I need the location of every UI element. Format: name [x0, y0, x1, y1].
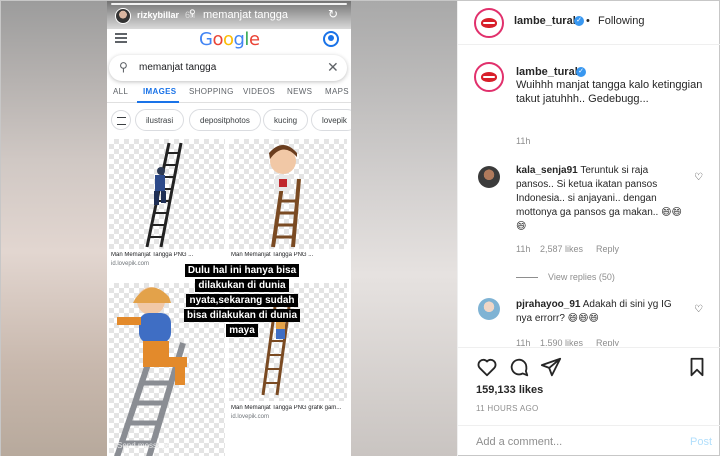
media-blur-right: [351, 1, 457, 456]
post-caption: Wuihhh manjat tangga kalo ketinggian tak…: [516, 79, 703, 105]
result-caption: Man Memanjat Tangga PNG ...: [111, 252, 194, 258]
commenter-avatar[interactable]: [478, 166, 500, 188]
tab-images: IMAGES: [143, 87, 177, 96]
overlay-line: nyata,sekarang sudah: [186, 294, 298, 307]
lips-logo-icon: [481, 18, 497, 28]
comment-likes[interactable]: 2,587 likes: [540, 244, 583, 254]
filter-icon: [111, 110, 131, 130]
boy-ladder-illustration: [269, 145, 301, 248]
reply-button[interactable]: Reply: [596, 338, 619, 346]
post-actions: 159,133 likes 11 HOURS AGO: [458, 347, 720, 435]
caption-username[interactable]: lambe_turah: [516, 66, 581, 78]
chip-depositphotos: depositphotos: [189, 109, 261, 131]
verified-badge-icon: ✓: [574, 16, 584, 26]
google-tabs: ALL IMAGES SHOPPING VIDEOS NEWS MAPS: [107, 83, 351, 103]
story-screenshot: rizkybillar 6h ⚲ memanjat tangga ↻ Googl…: [107, 1, 351, 456]
lips-logo-icon: [481, 72, 497, 82]
comment-likes[interactable]: 1,590 likes: [540, 338, 583, 346]
story-progress-bar: [111, 3, 347, 5]
ladder-climber-illustration: [145, 142, 183, 248]
add-comment-bar: Add a comment... Post: [458, 425, 720, 456]
view-replies-line: [516, 277, 538, 278]
account-icon: [323, 31, 339, 47]
commenter-avatar[interactable]: [478, 298, 500, 320]
instagram-post-window: rizkybillar 6h ⚲ memanjat tangga ↻ Googl…: [0, 0, 720, 456]
likes-count[interactable]: 159,133 likes: [476, 384, 543, 396]
save-bookmark-icon[interactable]: [686, 356, 708, 378]
chip-lovepik: lovepik: [311, 109, 351, 131]
hamburger-menu-icon: [115, 33, 127, 43]
google-chips: ilustrasi depositphotos kucing lovepik: [107, 107, 351, 133]
reply-button[interactable]: Reply: [596, 244, 619, 254]
comment-time: 11h: [516, 244, 531, 254]
post-header: lambe_turah ✓ • Following: [458, 1, 720, 45]
comment-username[interactable]: kala_senja91: [516, 165, 578, 176]
google-search-value: memanjat tangga: [139, 62, 217, 73]
url-bar-text: memanjat tangga: [203, 9, 288, 21]
story-avatar: [115, 8, 131, 24]
comment-text: pjrahayoo_91 Adakah di sini yg IG nya er…: [516, 298, 682, 326]
separator-dot: •: [586, 15, 590, 27]
overlay-line: dilakukan di dunia: [195, 279, 289, 292]
like-comment-heart-icon[interactable]: ♡: [694, 172, 703, 183]
image-result: [229, 139, 347, 249]
search-icon: ⚲: [119, 60, 128, 74]
story-overlay-text: Dulu hal ini hanya bisa dilakukan di dun…: [177, 263, 307, 338]
post-media[interactable]: rizkybillar 6h ⚲ memanjat tangga ↻ Googl…: [1, 1, 457, 456]
like-heart-icon[interactable]: [476, 356, 498, 378]
result-caption: Man Memanjat Tangga PNG ...: [231, 252, 314, 258]
tab-maps: MAPS: [325, 87, 349, 96]
chip-ilustrasi: ilustrasi: [135, 109, 185, 131]
reload-icon: ↻: [328, 7, 339, 21]
google-search-box: ⚲ memanjat tangga ✕: [109, 55, 347, 81]
media-blur-left: [1, 1, 107, 456]
active-tab-indicator: [137, 101, 179, 103]
result-source: id.lovepik.com: [231, 414, 270, 420]
comments-section: lambe_turah ✓ Wuihhh manjat tangga kalo …: [458, 46, 720, 346]
caption-time: 11h: [516, 136, 531, 146]
account-avatar[interactable]: [474, 8, 504, 38]
comment-time: 11h: [516, 338, 531, 346]
share-send-icon[interactable]: [540, 356, 562, 378]
google-logo: Google: [199, 29, 260, 50]
header-username[interactable]: lambe_turah: [514, 15, 579, 27]
overlay-line: Dulu hal ini hanya bisa: [184, 264, 300, 277]
clear-icon: ✕: [327, 59, 339, 75]
post-time-ago: 11 HOURS AGO: [476, 404, 539, 413]
overlay-line: maya: [226, 324, 258, 337]
story-username: rizkybillar: [137, 10, 180, 20]
send-message-label: Send message: [117, 441, 171, 450]
like-comment-heart-icon[interactable]: ♡: [694, 304, 703, 315]
tab-all: ALL: [113, 87, 129, 96]
following-button[interactable]: Following: [598, 15, 644, 27]
comment-username[interactable]: pjrahayoo_91: [516, 299, 580, 310]
url-search-icon: ⚲: [189, 8, 196, 18]
view-replies-button[interactable]: View replies (50): [548, 272, 615, 282]
tab-news: NEWS: [287, 87, 313, 96]
post-comment-button[interactable]: Post: [690, 436, 712, 448]
result-caption: Man Memanjat Tangga PNG grafik gam...: [231, 405, 342, 411]
comment-text: kala_senja91 Teruntuk si raja pansos.. S…: [516, 164, 682, 234]
tab-shopping: SHOPPING: [189, 87, 234, 96]
add-comment-input[interactable]: Add a comment...: [476, 436, 562, 448]
result-source: id.lovepik.com: [111, 261, 150, 267]
chip-kucing: kucing: [263, 109, 309, 131]
caption-avatar[interactable]: [474, 62, 504, 92]
comment-bubble-icon[interactable]: [508, 356, 530, 378]
post-sidebar: lambe_turah ✓ • Following lambe_turah ✓ …: [457, 1, 720, 456]
overlay-line: bisa dilakukan di dunia: [183, 309, 301, 322]
google-header: Google: [107, 29, 351, 50]
verified-badge-icon: ✓: [576, 67, 586, 77]
image-result: [109, 139, 225, 249]
tab-videos: VIDEOS: [243, 87, 276, 96]
